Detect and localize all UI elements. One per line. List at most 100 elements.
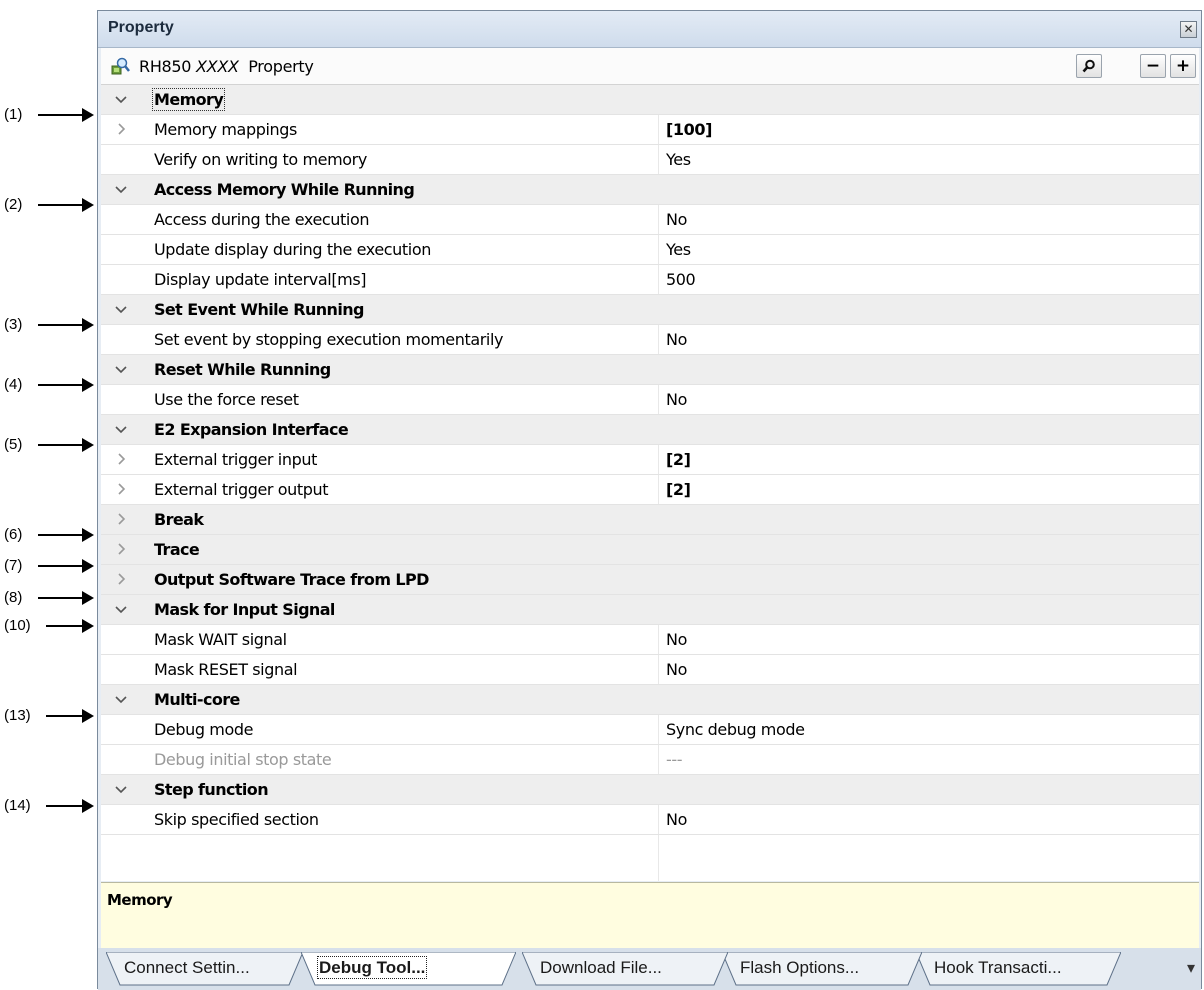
chevron-down-icon[interactable] [113,301,129,317]
description-title: Memory [107,891,173,909]
arrow-line [46,805,84,807]
arrow-line [38,597,84,599]
category-name: Output Software Trace from LPD [154,570,429,589]
category-row[interactable]: Set Event While Running [101,295,1199,325]
property-value[interactable]: Yes [666,150,691,169]
tab-hook-transacti[interactable]: Hook Transacti... [916,952,1121,986]
callout-7: (7) [0,556,97,576]
tab-flash-options[interactable]: Flash Options... [722,952,922,986]
overflow-menu-icon[interactable]: ▾ [1187,958,1195,977]
callout-label: (2) [4,196,23,213]
property-name: Display update interval[ms] [154,270,367,289]
chevron-right-icon[interactable] [113,541,129,557]
property-row[interactable]: Use the force reset No [101,385,1199,415]
property-row[interactable]: Access during the execution No [101,205,1199,235]
search-button[interactable] [1076,54,1102,78]
property-row[interactable]: External trigger input [2] [101,445,1199,475]
property-name: Skip specified section [154,810,319,829]
chevron-right-icon[interactable] [113,481,129,497]
arrow-head-icon [82,619,94,633]
property-row[interactable]: Update display during the execution Yes [101,235,1199,265]
property-value[interactable]: No [666,210,687,229]
arrow-head-icon [82,528,94,542]
property-value[interactable]: No [666,330,687,349]
callout-13: (13) [0,706,97,726]
chevron-down-icon[interactable] [113,691,129,707]
callout-label: (6) [4,526,23,543]
property-name: Debug mode [154,720,254,739]
category-row[interactable]: Step function [101,775,1199,805]
category-row[interactable]: Break [101,505,1199,535]
property-value: --- [666,750,683,769]
tab-label: Connect Settin... [124,958,250,977]
chevron-right-icon[interactable] [113,451,129,467]
callout-label: (7) [4,557,23,574]
category-row[interactable]: Access Memory While Running [101,175,1199,205]
category-row[interactable]: Reset While Running [101,355,1199,385]
property-row[interactable]: Debug initial stop state --- [101,745,1199,775]
arrow-head-icon [82,378,94,392]
expand-button[interactable]: + [1170,54,1196,78]
panel-titlebar: Property ✕ [98,11,1201,48]
chevron-right-icon[interactable] [113,571,129,587]
property-row[interactable]: Mask RESET signal No [101,655,1199,685]
property-value[interactable]: No [666,390,687,409]
property-value[interactable]: [2] [666,450,691,469]
arrow-line [38,534,84,536]
property-value[interactable]: [100] [666,120,712,139]
callout-label: (4) [4,376,23,393]
arrow-line [38,324,84,326]
category-row[interactable]: Mask for Input Signal [101,595,1199,625]
chevron-down-icon[interactable] [113,781,129,797]
arrow-head-icon [82,318,94,332]
arrow-head-icon [82,559,94,573]
callout-label: (13) [4,707,31,724]
category-name: Step function [154,780,269,799]
device-name: XXXX [196,57,239,76]
property-row[interactable]: Verify on writing to memory Yes [101,145,1199,175]
chevron-down-icon[interactable] [113,601,129,617]
category-name: Trace [154,540,200,559]
chevron-right-icon[interactable] [113,121,129,137]
chevron-right-icon[interactable] [113,511,129,527]
property-row[interactable]: Debug mode Sync debug mode [101,715,1199,745]
callout-label: (8) [4,589,23,606]
close-button[interactable]: ✕ [1180,21,1197,38]
chevron-down-icon[interactable] [113,421,129,437]
property-value[interactable]: No [666,810,687,829]
property-value[interactable]: Yes [666,240,691,259]
chevron-down-icon[interactable] [113,181,129,197]
category-name: Multi-core [154,690,240,709]
tab-connect-settin[interactable]: Connect Settin... [106,952,303,986]
arrow-line [46,715,84,717]
category-row[interactable]: Trace [101,535,1199,565]
magnifier-icon [1082,59,1095,73]
property-name: External trigger input [154,450,317,469]
property-value[interactable]: 500 [666,270,696,289]
property-row[interactable]: Memory mappings [100] [101,115,1199,145]
property-row[interactable]: Mask WAIT signal No [101,625,1199,655]
tab-debug-tool[interactable]: Debug Tool... [301,952,516,986]
property-row[interactable]: Skip specified section No [101,805,1199,835]
callout-4: (4) [0,375,97,395]
property-value[interactable]: No [666,660,687,679]
property-value[interactable]: [2] [666,480,691,499]
arrow-line [46,625,84,627]
category-row[interactable]: Multi-core [101,685,1199,715]
property-value[interactable]: No [666,630,687,649]
property-row[interactable]: Set event by stopping execution momentar… [101,325,1199,355]
tab-download-file[interactable]: Download File... [522,952,728,986]
category-row[interactable]: E2 Expansion Interface [101,415,1199,445]
arrow-line [38,384,84,386]
collapse-button[interactable]: − [1140,54,1166,78]
chevron-down-icon[interactable] [113,361,129,377]
property-row[interactable]: External trigger output [2] [101,475,1199,505]
property-value[interactable]: Sync debug mode [666,720,805,739]
category-row[interactable]: Output Software Trace from LPD [101,565,1199,595]
category-row[interactable]: Memory [101,85,1199,115]
chevron-down-icon[interactable] [113,91,129,107]
tab-label: Debug Tool... [316,956,428,979]
panel-title: Property [108,19,174,36]
property-row[interactable]: Display update interval[ms] 500 [101,265,1199,295]
category-name: Mask for Input Signal [154,600,335,619]
